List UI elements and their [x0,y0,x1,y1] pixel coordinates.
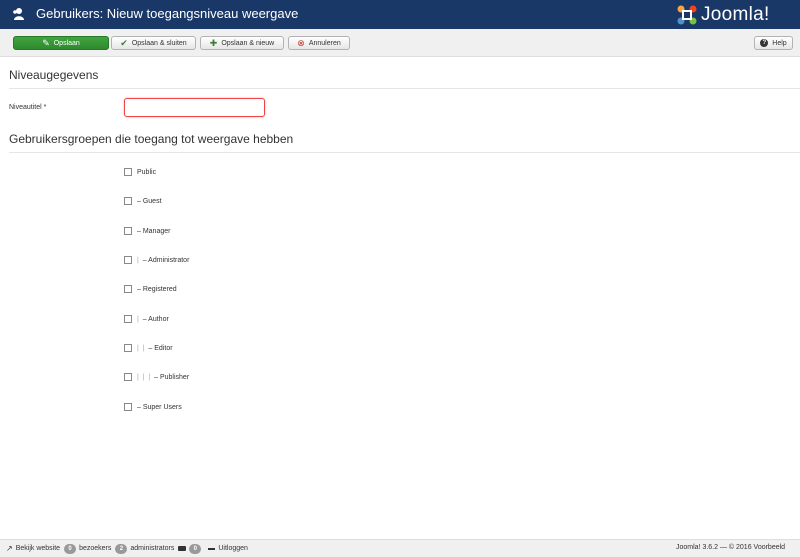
group-label: – Author [142,315,169,323]
save-button[interactable]: ✎ Opslaan [13,36,109,50]
visitors-count-badge: 0 [64,543,77,554]
group-label: – Editor [148,344,173,352]
group-item-author[interactable]: | – Author [124,313,169,325]
save-button-label: Opslaan [53,39,80,47]
question-circle-icon: ? [760,39,769,47]
logout-label: Uitloggen [218,545,248,552]
group-checkbox[interactable] [124,256,132,264]
plus-icon: ✚ [209,38,218,48]
admins-count-badge: 2 [115,543,128,554]
level-title-label: Niveautitel * [9,104,47,111]
group-label: Public [137,168,157,176]
cancel-button-label: Annuleren [308,39,341,47]
visitors-link[interactable]: 0 bezoekers [64,543,112,554]
cancel-circle-icon: ⊗ [297,38,305,48]
group-item-administrator[interactable]: | – Administrator [124,254,189,266]
messages-link[interactable]: 0 [178,543,204,554]
group-item-publisher[interactable]: | | | – Publisher [124,371,189,383]
group-item-editor[interactable]: | | – Editor [124,342,173,354]
save-close-button-label: Opslaan & sluiten [131,39,187,47]
group-item-guest[interactable]: – Guest [124,195,162,207]
group-label: – Super Users [137,403,182,411]
section-title-user-groups: Gebruikersgroepen die toegang tot weerga… [9,132,294,146]
group-item-public[interactable]: Public [124,166,156,178]
joomla-logo[interactable]: Joomla! [676,3,770,26]
copyright-text: Joomla! 3.6.2 — © 2016 Voorbeeld [676,544,786,551]
tree-indent: | | [137,344,149,352]
save-new-button[interactable]: ✚ Opslaan & nieuw [200,36,284,50]
joomla-logo-icon [677,5,697,24]
check-icon: ✔ [120,38,128,48]
save-close-button[interactable]: ✔ Opslaan & sluiten [111,36,196,50]
group-checkbox[interactable] [124,373,132,381]
logo-text: Joomla! [701,3,770,25]
group-checkbox[interactable] [124,197,132,205]
group-label: – Registered [137,285,177,293]
group-item-registered[interactable]: – Registered [124,283,177,295]
group-checkbox[interactable] [124,285,132,293]
external-link-icon: ↗ [6,544,13,553]
page-title: Gebruikers: Nieuw toegangsniveau weergav… [36,6,299,21]
view-site-label: Bekijk website [15,545,61,552]
status-bar: ↗ Bekijk website 0 bezoekers 2 administr… [0,539,800,557]
section-title-level-details: Niveaugegevens [9,68,99,82]
logout-link[interactable]: Uitloggen [208,545,248,552]
admin-header: Gebruikers: Nieuw toegangsniveau weergav… [0,0,800,29]
toolbar: ✎ Opslaan ✔ Opslaan & sluiten ✚ Opslaan … [0,29,800,57]
group-checkbox[interactable] [124,227,132,235]
group-label: – Guest [137,197,162,205]
group-label: – Publisher [154,373,190,381]
tree-indent: | | | [137,373,155,381]
edit-icon: ✎ [42,38,50,48]
help-button-label: Help [772,39,787,47]
group-checkbox[interactable] [124,315,132,323]
group-checkbox[interactable] [124,403,132,411]
save-new-button-label: Opslaan & nieuw [221,39,275,47]
group-item-super-users[interactable]: – Super Users [124,401,182,413]
level-title-input[interactable] [124,98,265,117]
users-icon [13,8,24,20]
section-divider [9,152,800,153]
group-checkbox[interactable] [124,168,132,176]
section-divider [9,88,800,89]
envelope-icon [178,546,187,551]
group-label: – Manager [137,227,171,235]
group-item-manager[interactable]: – Manager [124,225,170,237]
view-site-link[interactable]: ↗ Bekijk website [6,544,60,553]
messages-count-badge: 0 [189,543,202,554]
admins-link[interactable]: 2 administrators [115,543,175,554]
help-button[interactable]: ? Help [754,36,793,50]
admins-label: administrators [130,545,175,552]
group-label: – Administrator [142,256,190,264]
minus-icon [208,547,216,550]
group-checkbox[interactable] [124,344,132,352]
cancel-button[interactable]: ⊗ Annuleren [288,36,350,50]
visitors-label: bezoekers [79,545,112,552]
